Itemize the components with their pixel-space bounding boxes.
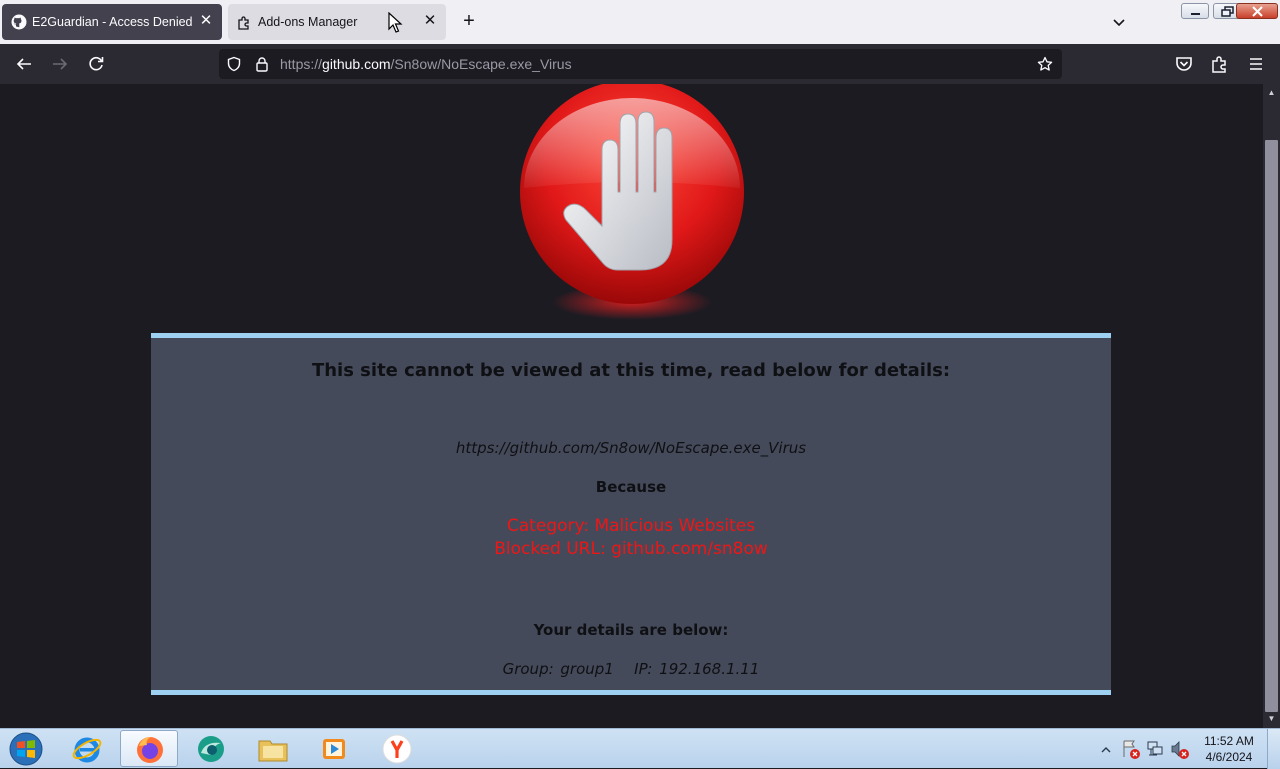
block-heading: This site cannot be viewed at this time,… <box>311 360 951 381</box>
action-center-icon[interactable] <box>1123 740 1140 759</box>
url-scheme: https:// <box>280 56 323 72</box>
puzzle-icon <box>238 16 249 30</box>
bookmark-star-icon[interactable] <box>1037 56 1053 72</box>
block-category: Category: Malicious Websites <box>506 516 756 536</box>
block-matched-url: Blocked URL: github.com/sn8ow <box>494 539 768 559</box>
system-tray[interactable] <box>1098 737 1193 761</box>
taskbar-media-player[interactable] <box>306 730 364 767</box>
tab-addons-manager[interactable]: Add-ons Manager ✕ <box>228 4 446 40</box>
minimize-button[interactable] <box>1181 3 1209 19</box>
stop-hand-icon <box>520 84 744 320</box>
taskbar-browser[interactable] <box>182 730 240 767</box>
yandex-icon <box>382 734 412 764</box>
url-host: github.com <box>322 56 391 72</box>
file-explorer-icon <box>258 740 288 762</box>
url-path: /Sn8ow/NoEscape.exe_Virus <box>390 56 572 72</box>
minimize-icon <box>1191 13 1200 15</box>
forward-icon[interactable] <box>48 52 72 76</box>
taskbar-firefox[interactable] <box>120 730 178 767</box>
shield-icon[interactable] <box>226 56 242 72</box>
because-label: Because <box>595 478 667 496</box>
tab-title: Add-ons Manager <box>258 15 358 29</box>
network-icon[interactable] <box>1147 741 1163 756</box>
taskbar-file-explorer[interactable] <box>244 730 302 767</box>
lock-icon[interactable] <box>254 56 270 72</box>
pocket-icon[interactable] <box>1172 52 1196 76</box>
menu-icon[interactable] <box>1244 52 1268 76</box>
mouse-cursor-icon <box>388 12 403 33</box>
url-bar[interactable]: https://github.com/Sn8ow/NoEscape.exe_Vi… <box>219 49 1062 79</box>
blocked-url: https://github.com/Sn8ow/NoEscape.exe_Vi… <box>455 439 807 457</box>
extensions-icon[interactable] <box>1208 52 1232 76</box>
system-clock[interactable]: 11:52 AM 4/6/2024 <box>1196 733 1262 765</box>
internet-explorer-icon <box>72 737 102 763</box>
firefox-icon <box>137 737 163 763</box>
list-all-tabs-icon[interactable] <box>1110 13 1128 31</box>
back-icon[interactable] <box>12 52 36 76</box>
taskbar: 11:52 AM 4/6/2024 <box>0 728 1280 769</box>
new-tab-button[interactable]: + <box>459 11 479 31</box>
taskbar-yandex[interactable] <box>368 730 426 767</box>
github-icon <box>11 14 27 30</box>
tab-strip: E2Guardian - Access Denied ✕ Add-ons Man… <box>0 0 1280 44</box>
reload-icon[interactable] <box>84 52 108 76</box>
user-details: Group: group1 IP: 192.168.1.11 <box>502 660 760 678</box>
page-content: This site cannot be viewed at this time,… <box>0 84 1263 728</box>
show-hidden-icons-icon[interactable] <box>1101 747 1111 753</box>
browser-icon <box>198 736 224 762</box>
close-tab-button[interactable]: ✕ <box>422 13 438 29</box>
start-button-icon[interactable] <box>6 731 46 767</box>
block-message-panel: This site cannot be viewed at this time,… <box>151 333 1111 695</box>
tab-title: E2Guardian - Access Denied <box>32 15 193 29</box>
show-desktop-button[interactable] <box>1267 729 1280 769</box>
tab-e2guardian[interactable]: E2Guardian - Access Denied ✕ <box>2 4 222 40</box>
url-text[interactable]: https://github.com/Sn8ow/NoEscape.exe_Vi… <box>280 56 572 72</box>
user-details-title: Your details are below: <box>533 621 729 639</box>
clock-time: 11:52 AM <box>1204 734 1254 748</box>
clock-date: 4/6/2024 <box>1205 750 1253 764</box>
taskbar-internet-explorer[interactable] <box>58 730 116 767</box>
close-tab-button[interactable]: ✕ <box>198 13 214 29</box>
navigation-toolbar: https://github.com/Sn8ow/NoEscape.exe_Vi… <box>0 44 1280 84</box>
scroll-up-arrow-icon[interactable]: ▲ <box>1265 86 1278 100</box>
close-window-button[interactable] <box>1236 3 1278 19</box>
media-player-icon <box>323 739 345 759</box>
volume-muted-icon[interactable] <box>1171 741 1189 759</box>
scrollbar-thumb[interactable] <box>1265 140 1278 712</box>
scroll-down-arrow-icon[interactable]: ▼ <box>1265 712 1278 726</box>
close-icon <box>1252 6 1263 17</box>
